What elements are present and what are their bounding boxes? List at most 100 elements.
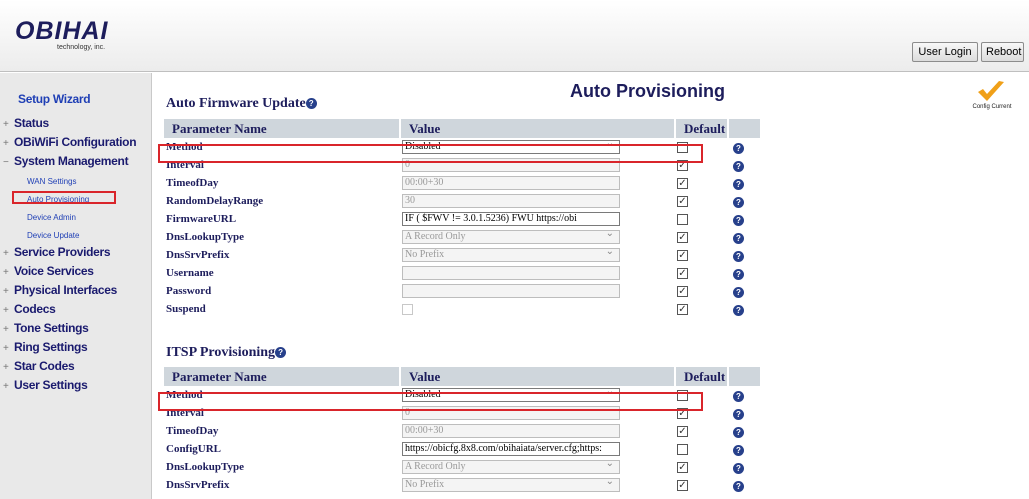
sidebar-item-obiwifi[interactable]: + OBiWiFi Configuration (0, 135, 137, 149)
sidebar-item-status[interactable]: + Status (0, 116, 49, 130)
default-cell: ✓ (675, 476, 728, 494)
help-icon[interactable]: ? (733, 463, 744, 474)
param-name: Password (166, 285, 212, 297)
default-cell: ✓ (675, 228, 728, 246)
help-cell: ? (728, 386, 760, 404)
value-select[interactable]: A Record Only (402, 460, 620, 474)
param-row-dnssrvprefix: DnsSrvPrefix No Prefix ✓? (164, 476, 760, 494)
help-icon[interactable]: ? (733, 305, 744, 316)
sidebar-item-ring-settings[interactable]: + Ring Settings (0, 340, 88, 354)
column-header-value: Value (400, 119, 676, 138)
value-checkbox[interactable] (402, 303, 413, 315)
default-cell: ✓ (675, 246, 728, 264)
sidebar-item-label: User Settings (14, 378, 88, 392)
sidebar-item-user-settings[interactable]: + User Settings (0, 378, 88, 392)
sidebar-item-star-codes[interactable]: + Star Codes (0, 359, 75, 373)
sidebar-item-system-management[interactable]: − System Management (0, 154, 129, 168)
default-cell: ✓ (675, 300, 728, 318)
value-input[interactable]: 00:00+30 (402, 176, 620, 190)
help-icon[interactable]: ? (305, 98, 317, 109)
reboot-button[interactable]: Reboot (981, 42, 1024, 62)
param-name: Suspend (166, 303, 206, 315)
help-icon[interactable]: ? (733, 143, 744, 154)
sidebar: Setup Wizard + Status + OBiWiFi Configurat… (0, 73, 152, 499)
default-checkbox[interactable]: ✓ (677, 479, 688, 491)
param-value-cell: https://obicfg.8x8.com/obihaiata/server.… (400, 440, 675, 458)
sidebar-item-service-providers[interactable]: + Service Providers (0, 245, 111, 259)
column-header-default: Default (675, 367, 729, 386)
sidebar-item-label: Service Providers (14, 245, 111, 259)
column-header-value: Value (400, 367, 676, 386)
itsp-provisioning-table: Parameter Name Value Default Method Disab… (164, 367, 760, 494)
section-title-text: ITSP Provisioning (166, 345, 276, 360)
help-icon[interactable]: ? (733, 161, 744, 172)
value-select[interactable]: No Prefix (402, 248, 620, 262)
sidebar-item-codecs[interactable]: + Codecs (0, 302, 56, 316)
help-icon[interactable]: ? (733, 215, 744, 226)
value-input[interactable] (402, 284, 620, 298)
value-input[interactable]: https://obicfg.8x8.com/obihaiata/server.… (402, 442, 620, 456)
sidebar-sub-device-update[interactable]: Device Update (27, 231, 79, 240)
sidebar-sub-wan-settings[interactable]: WAN Settings (27, 177, 77, 186)
help-cell: ? (728, 228, 760, 246)
expand-icon: + (3, 248, 9, 259)
default-checkbox[interactable]: ✓ (677, 177, 688, 189)
sidebar-item-voice-services[interactable]: + Voice Services (0, 264, 94, 278)
value-input[interactable] (402, 266, 620, 280)
page-title: Auto Provisioning (570, 81, 725, 101)
help-icon[interactable]: ? (733, 481, 744, 492)
sidebar-sub-device-admin[interactable]: Device Admin (27, 213, 76, 222)
help-icon[interactable]: ? (275, 347, 287, 358)
default-checkbox[interactable]: ✓ (677, 249, 688, 261)
default-checkbox[interactable]: ✓ (677, 231, 688, 243)
default-checkbox[interactable]: ✓ (677, 425, 688, 437)
default-cell: ✓ (675, 422, 728, 440)
help-icon[interactable]: ? (733, 179, 744, 190)
help-icon[interactable]: ? (733, 287, 744, 298)
help-icon[interactable]: ? (733, 197, 744, 208)
expand-icon: + (3, 286, 9, 297)
value-input[interactable]: 00:00+30 (402, 424, 620, 438)
help-icon[interactable]: ? (733, 391, 744, 402)
sidebar-item-physical-interfaces[interactable]: + Physical Interfaces (0, 283, 117, 297)
default-checkbox[interactable] (677, 213, 688, 225)
expand-icon: + (3, 324, 9, 335)
default-checkbox[interactable]: ✓ (677, 303, 688, 315)
section-title-text: Auto Firmware Update (166, 96, 306, 111)
param-name: DnsLookupType (166, 461, 245, 473)
value-input[interactable]: 30 (402, 194, 620, 208)
table-header-row: Parameter Name Value Default (164, 367, 760, 386)
default-cell: ✓ (675, 264, 728, 282)
help-icon[interactable]: ? (733, 269, 744, 280)
value-input[interactable]: IF ( $FWV != 3.0.1.5236) FWU https://obi (402, 212, 620, 226)
help-icon[interactable]: ? (733, 233, 744, 244)
sidebar-item-label: Voice Services (14, 264, 94, 278)
default-checkbox[interactable]: ✓ (677, 285, 688, 297)
help-cell: ? (728, 300, 760, 318)
default-checkbox[interactable]: ✓ (677, 461, 688, 473)
help-icon[interactable]: ? (733, 427, 744, 438)
help-cell: ? (728, 404, 760, 422)
help-icon[interactable]: ? (733, 409, 744, 420)
default-checkbox[interactable]: ✓ (677, 195, 688, 207)
setup-wizard-link[interactable]: Setup Wizard (18, 92, 91, 106)
help-icon[interactable]: ? (733, 445, 744, 456)
section-title-auto-firmware-update: Auto Firmware Update? (166, 96, 317, 112)
value-select[interactable]: A Record Only (402, 230, 620, 244)
sidebar-item-tone-settings[interactable]: + Tone Settings (0, 321, 89, 335)
param-value-cell: IF ( $FWV != 3.0.1.5236) FWU https://obi (400, 210, 675, 228)
help-cell: ? (728, 174, 760, 192)
default-checkbox[interactable] (677, 443, 688, 455)
param-value-cell (400, 300, 675, 318)
default-checkbox[interactable]: ✓ (677, 267, 688, 279)
value-select[interactable]: No Prefix (402, 478, 620, 492)
user-login-button[interactable]: User Login (912, 42, 978, 62)
param-row-dnssrvprefix: DnsSrvPrefix No Prefix ✓? (164, 246, 760, 264)
sidebar-item-label: Star Codes (14, 359, 75, 373)
help-cell: ? (728, 422, 760, 440)
help-icon[interactable]: ? (733, 251, 744, 262)
column-header-parameter-name: Parameter Name (164, 119, 401, 138)
param-row-username: Username ✓? (164, 264, 760, 282)
help-cell: ? (728, 246, 760, 264)
section-title-itsp-provisioning: ITSP Provisioning? (166, 345, 287, 361)
